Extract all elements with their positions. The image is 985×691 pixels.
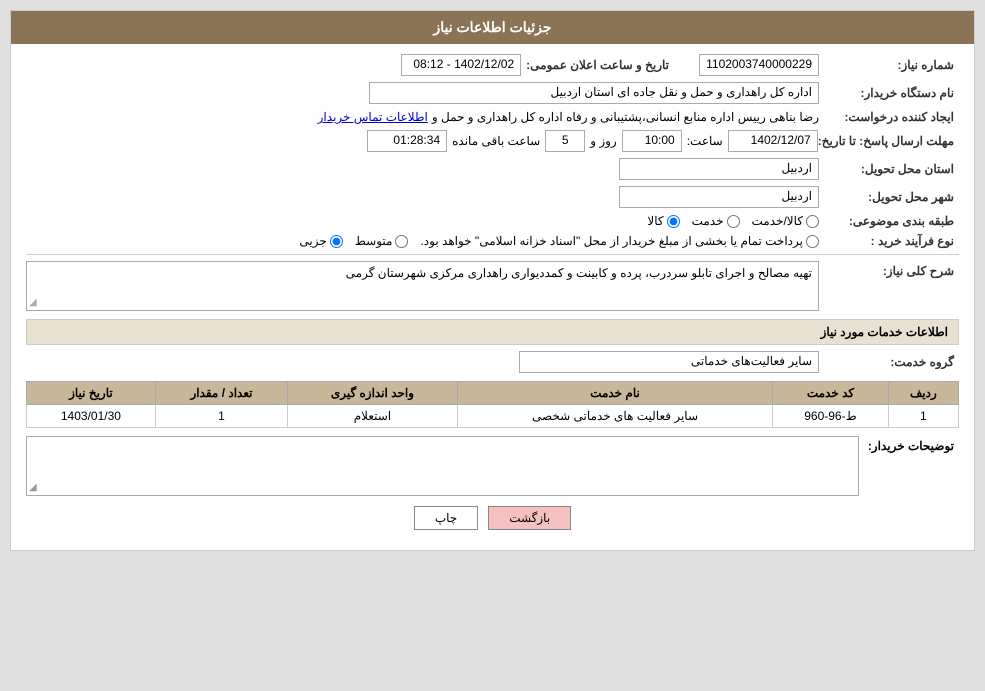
city-value: اردبیل [619,186,819,208]
process-note-label: پرداخت تمام یا بخشی از مبلغ خریدار از مح… [420,234,803,248]
process-row: نوع فرآیند خرید : پرداخت تمام یا بخشی از… [26,234,959,248]
province-row: استان محل تحویل: اردبیل [26,158,959,180]
col-header-name: نام خدمت [457,382,772,405]
creator-value: رضا بناهی رییس اداره منابع انسانی،پشتیبا… [432,110,819,124]
buyer-desc-resize: ◢ [29,482,37,493]
cell-name: سایر فعالیت های خدماتی شخصی [457,405,772,428]
city-row: شهر محل تحویل: اردبیل [26,186,959,208]
resize-handle: ◢ [29,297,37,308]
deadline-days: 5 [545,130,585,152]
buyer-desc-box: ◢ [26,436,859,496]
service-group-row: گروه خدمت: سایر فعالیت‌های خدماتی [26,351,959,373]
deadline-remaining-label: ساعت باقی مانده [452,134,540,148]
category-kala-khidmat-label: کالا/خدمت [752,214,803,228]
service-group-value: سایر فعالیت‌های خدماتی [519,351,819,373]
category-kala-label: کالا [647,214,663,228]
request-number-value: 1102003740000229 [699,54,819,76]
category-kala: کالا [647,214,679,228]
service-group-label: گروه خدمت: [819,355,959,369]
creator-row: ایجاد کننده درخواست: رضا بناهی رییس ادار… [26,110,959,124]
cell-unit: استعلام [288,405,458,428]
org-name-value: اداره کل راهداری و حمل و نقل جاده ای است… [369,82,819,104]
deadline-row: مهلت ارسال پاسخ: تا تاریخ: 1402/12/07 سا… [26,130,959,152]
process-partial-label: جزیی [299,234,326,248]
services-section-title: اطلاعات خدمات مورد نیاز [821,325,948,339]
category-row: طبقه بندی موضوعی: کالا/خدمت خدمت کالا [26,214,959,228]
process-label: نوع فرآیند خرید : [819,234,959,248]
description-value: تهیه مصالح و اجرای تابلو سردرب، پرده و ک… [346,266,812,280]
buttons-row: بازگشت چاپ [26,506,959,530]
province-label: استان محل تحویل: [819,162,959,176]
deadline-date: 1402/12/07 [728,130,818,152]
announcement-value: 1402/12/02 - 08:12 [401,54,521,76]
process-partial-radio[interactable] [330,235,343,248]
services-table-section: ردیف کد خدمت نام خدمت واحد اندازه گیری ت… [26,381,959,428]
buyer-desc-row: توضیحات خریدار: ◢ [26,436,959,496]
category-khidmat: خدمت [692,214,740,228]
cell-row-num: 1 [888,405,958,428]
announcement-label: تاریخ و ساعت اعلان عمومی: [526,58,669,72]
request-number-row: شماره نیاز: 1102003740000229 تاریخ و ساع… [26,54,959,76]
col-header-row-num: ردیف [888,382,958,405]
back-button[interactable]: بازگشت [488,506,571,530]
org-name-row: نام دستگاه خریدار: اداره کل راهداری و حم… [26,82,959,104]
table-header-row: ردیف کد خدمت نام خدمت واحد اندازه گیری ت… [27,382,959,405]
creator-label: ایجاد کننده درخواست: [819,110,959,124]
category-radio-group: کالا/خدمت خدمت کالا [647,214,819,228]
buyer-desc-label: توضیحات خریدار: [859,436,959,453]
deadline-time: 10:00 [622,130,682,152]
cell-qty: 1 [155,405,287,428]
city-label: شهر محل تحویل: [819,190,959,204]
description-row: شرح کلی نیاز: تهیه مصالح و اجرای تابلو س… [26,261,959,311]
request-number-label: شماره نیاز: [819,58,959,72]
cell-date: 1403/01/30 [27,405,156,428]
col-header-code: کد خدمت [773,382,888,405]
col-header-qty: تعداد / مقدار [155,382,287,405]
process-note-radio[interactable] [806,235,819,248]
process-partial: جزیی [299,234,342,248]
process-medium-label: متوسط [355,234,393,248]
category-kala-khidmat-radio[interactable] [806,215,819,228]
process-medium: متوسط [355,234,409,248]
deadline-label: مهلت ارسال پاسخ: تا تاریخ: [818,134,959,148]
deadline-remaining: 01:28:34 [367,130,447,152]
col-header-unit: واحد اندازه گیری [288,382,458,405]
category-kala-radio[interactable] [667,215,680,228]
category-khidmat-radio[interactable] [727,215,740,228]
services-table: ردیف کد خدمت نام خدمت واحد اندازه گیری ت… [26,381,959,428]
table-row: 1 ط-96-960 سایر فعالیت های خدماتی شخصی ا… [27,405,959,428]
cell-code: ط-96-960 [773,405,888,428]
category-khidmat-label: خدمت [692,214,724,228]
category-label: طبقه بندی موضوعی: [819,214,959,228]
category-kala-khidmat: کالا/خدمت [752,214,819,228]
deadline-time-label: ساعت: [687,134,723,148]
page-header: جزئیات اطلاعات نیاز [11,11,974,44]
creator-link[interactable]: اطلاعات تماس خریدار [318,110,428,124]
process-radio-group: پرداخت تمام یا بخشی از مبلغ خریدار از مح… [299,234,819,248]
divider-1 [26,254,959,255]
col-header-date: تاریخ نیاز [27,382,156,405]
page-title: جزئیات اطلاعات نیاز [433,19,551,35]
deadline-day-label: روز و [590,134,617,148]
services-section-header: اطلاعات خدمات مورد نیاز [26,319,959,345]
process-medium-radio[interactable] [395,235,408,248]
process-note: پرداخت تمام یا بخشی از مبلغ خریدار از مح… [420,234,819,248]
print-button[interactable]: چاپ [414,506,478,530]
description-label: شرح کلی نیاز: [819,261,959,278]
province-value: اردبیل [619,158,819,180]
org-name-label: نام دستگاه خریدار: [819,86,959,100]
